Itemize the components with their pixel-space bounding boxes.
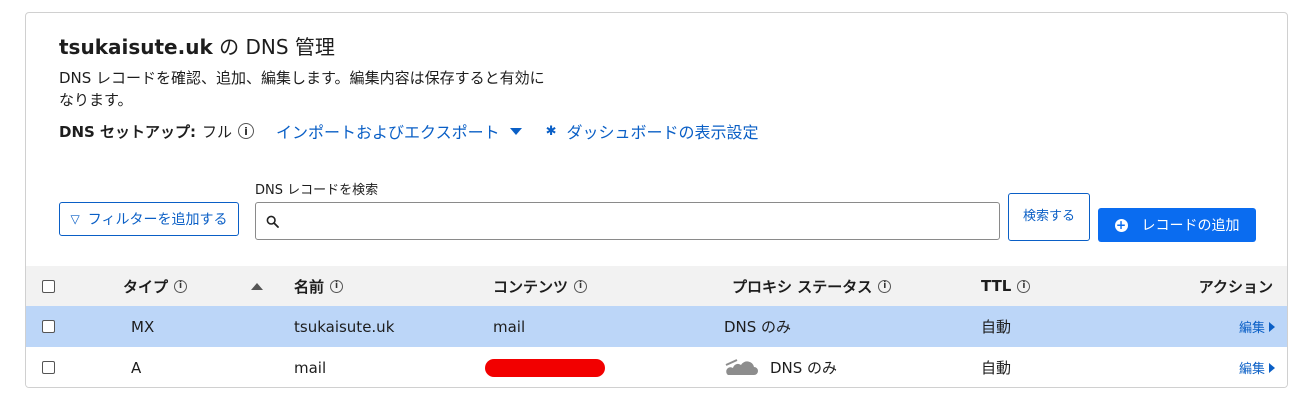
- search-box: [255, 202, 1000, 240]
- chevron-right-icon: [1269, 321, 1275, 332]
- search-button[interactable]: 検索する: [1008, 193, 1090, 241]
- add-filter-button[interactable]: ▽ フィルターを追加する: [59, 202, 239, 236]
- cloud-icon: [725, 358, 758, 375]
- dns-setup-label: DNS セットアップ:: [59, 122, 197, 141]
- column-content-label: コンテンツ: [493, 277, 569, 296]
- title-suffix: の DNS 管理: [212, 35, 335, 59]
- chevron-down-icon: [509, 127, 522, 135]
- page-description: DNS レコードを確認、追加、編集します。編集内容は保存すると有効になります。: [59, 69, 545, 109]
- search-label: DNS レコードを検索: [255, 183, 379, 198]
- add-filter-label: フィルターを追加する: [87, 212, 228, 228]
- info-icon[interactable]: i: [574, 279, 588, 293]
- column-proxy-status-label: プロキシ ステータス: [732, 277, 873, 296]
- edit-link-label: 編集: [1238, 321, 1265, 336]
- column-name-label: 名前: [294, 277, 325, 296]
- column-type-label: タイプ: [123, 277, 169, 296]
- dns-setup-value: フル: [202, 122, 233, 141]
- table-header: タイプ i 名前 i コンテンツ i プロキシ ステータス i TTL i アク…: [26, 266, 1287, 306]
- record-proxy-status-cell: DNS のみ: [724, 347, 838, 387]
- search-input[interactable]: [287, 205, 999, 237]
- table-row[interactable]: MX tsukaisute.uk mail DNS のみ 自動 編集: [26, 306, 1287, 347]
- page-title: tsukaisute.uk の DNS 管理: [59, 31, 335, 60]
- chevron-right-icon: [1269, 362, 1275, 373]
- gear-icon: ✱: [545, 123, 557, 139]
- record-name: tsukaisute.uk: [294, 317, 395, 336]
- column-header-proxy-status[interactable]: プロキシ ステータス i: [732, 266, 892, 306]
- column-header-type[interactable]: タイプ i: [123, 266, 188, 306]
- record-proxy-status: DNS のみ: [770, 359, 838, 377]
- add-record-label: レコードの追加: [1141, 218, 1240, 234]
- dns-setup-row: DNS セットアップ: フル i インポートおよびエクスポート ✱ ダッシュボー…: [59, 118, 759, 144]
- import-export-link[interactable]: インポートおよびエクスポート: [276, 119, 522, 143]
- record-proxy-status: DNS のみ: [724, 318, 792, 336]
- info-icon[interactable]: i: [330, 279, 344, 293]
- record-name: mail: [294, 358, 327, 377]
- record-type: A: [131, 358, 142, 377]
- plus-circle-icon: +: [1114, 218, 1128, 232]
- row-checkbox[interactable]: [42, 320, 55, 333]
- row-select-cell: [42, 347, 55, 387]
- record-type: MX: [131, 317, 155, 336]
- edit-link[interactable]: 編集: [1239, 306, 1275, 347]
- record-ttl: 自動: [981, 318, 1012, 336]
- row-checkbox[interactable]: [42, 361, 55, 374]
- dashboard-settings-link[interactable]: ✱ ダッシュボードの表示設定: [546, 119, 759, 143]
- info-icon[interactable]: i: [238, 123, 255, 139]
- search-icon: [266, 215, 279, 228]
- row-select-cell: [42, 306, 55, 347]
- record-content: mail: [493, 317, 526, 336]
- column-header-content[interactable]: コンテンツ i: [493, 266, 588, 306]
- import-export-label: インポートおよびエクスポート: [276, 123, 500, 142]
- column-header-actions: アクション: [1199, 266, 1273, 306]
- info-icon[interactable]: i: [1017, 279, 1031, 293]
- column-ttl-label: TTL: [981, 277, 1012, 295]
- table-row[interactable]: A mail DNS のみ 自動 編集: [26, 347, 1287, 387]
- dns-management-card: tsukaisute.uk の DNS 管理 DNS レコードを確認、追加、編集…: [25, 12, 1288, 388]
- info-icon[interactable]: i: [174, 279, 188, 293]
- domain-name: tsukaisute.uk: [59, 35, 213, 59]
- info-icon[interactable]: i: [878, 279, 892, 293]
- add-record-button[interactable]: + レコードの追加: [1098, 208, 1256, 242]
- select-all-checkbox[interactable]: [42, 279, 55, 293]
- record-content-cell: [485, 347, 605, 387]
- redacted-content: [485, 358, 605, 377]
- dashboard-settings-label: ダッシュボードの表示設定: [566, 123, 759, 142]
- edit-link-label: 編集: [1238, 362, 1265, 377]
- select-all-cell: [42, 266, 55, 306]
- edit-link[interactable]: 編集: [1238, 347, 1275, 387]
- column-header-ttl[interactable]: TTL i: [981, 266, 1031, 306]
- filter-icon: ▽: [70, 212, 80, 226]
- sort-cell: [251, 266, 263, 306]
- record-ttl: 自動: [981, 359, 1012, 377]
- column-header-name[interactable]: 名前 i: [294, 266, 344, 306]
- sort-ascending-icon[interactable]: [251, 282, 263, 290]
- column-actions-label: アクション: [1198, 277, 1273, 296]
